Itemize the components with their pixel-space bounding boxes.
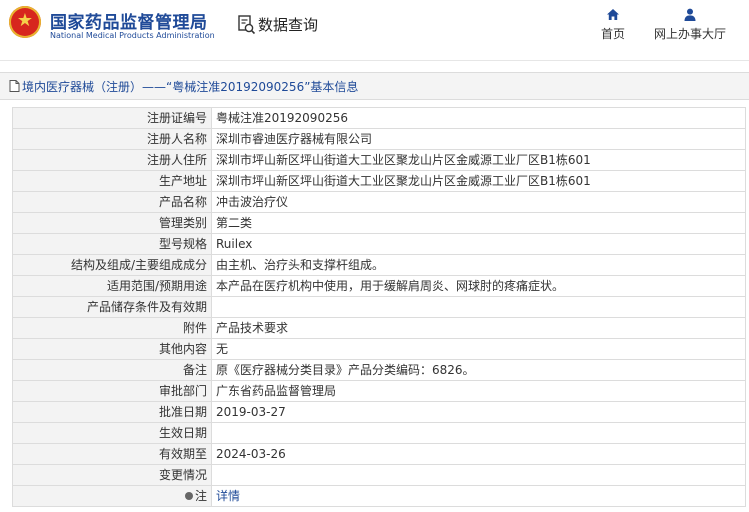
table-row: 产品储存条件及有效期 <box>12 296 746 318</box>
table-row: 结构及组成/主要组成成分 由主机、治疗头和支撑杆组成。 <box>12 254 746 276</box>
table-row: 批准日期 2019-03-27 <box>12 401 746 423</box>
note-label-cell: 注 <box>12 485 212 507</box>
table-row: 型号规格 Ruilex <box>12 233 746 255</box>
national-emblem-icon <box>9 6 41 38</box>
field-label: 有效期至 <box>12 443 212 465</box>
home-icon <box>607 9 619 20</box>
table-row: 注册人住所 深圳市坪山新区坪山街道大工业区聚龙山片区金威源工业厂区B1栋601 <box>12 149 746 171</box>
registration-info-table: 注册证编号 粤械注准20192090256 注册人名称 深圳市睿迪医疗器械有限公司 注册… <box>12 107 746 507</box>
details-link[interactable]: 详情 <box>216 489 240 503</box>
field-value <box>211 296 746 318</box>
site-logo-title[interactable]: 国家药品监督管理局 <box>50 8 208 33</box>
nav-online-service-hall[interactable]: 网上办事大厅 <box>648 8 732 42</box>
bullet-icon <box>184 492 193 500</box>
field-label: 生效日期 <box>12 422 212 444</box>
field-label: 审批部门 <box>12 380 212 402</box>
field-value: 粤械注准20192090256 <box>211 107 746 129</box>
field-label: 变更情况 <box>12 464 212 486</box>
document-icon <box>9 80 20 92</box>
field-value <box>211 422 746 444</box>
table-row: 附件 产品技术要求 <box>12 317 746 339</box>
field-label: 产品名称 <box>12 191 212 213</box>
field-value: 原《医疗器械分类目录》产品分类编码：6826。 <box>211 359 746 381</box>
note-value-cell: 详情 <box>211 485 746 507</box>
note-label: 注 <box>194 489 207 503</box>
field-value: 冲击波治疗仪 <box>211 191 746 213</box>
field-value: 产品技术要求 <box>211 317 746 339</box>
data-query-link[interactable]: 数据查询 <box>258 14 318 35</box>
table-row: 有效期至 2024-03-26 <box>12 443 746 465</box>
table-row: 注册人名称 深圳市睿迪医疗器械有限公司 <box>12 128 746 150</box>
table-row: 变更情况 <box>12 464 746 486</box>
field-label: 注册人住所 <box>12 149 212 171</box>
field-label: 适用范围/预期用途 <box>12 275 212 297</box>
field-value: 广东省药品监督管理局 <box>211 380 746 402</box>
table-row: 生产地址 深圳市坪山新区坪山街道大工业区聚龙山片区金威源工业厂区B1栋601 <box>12 170 746 192</box>
table-row: 备注 原《医疗器械分类目录》产品分类编码：6826。 <box>12 359 746 381</box>
field-label: 注册人名称 <box>12 128 212 150</box>
field-value: 第二类 <box>211 212 746 234</box>
field-value: 2024-03-26 <box>211 443 746 465</box>
nav-home[interactable]: 首页 <box>598 8 628 42</box>
site-header: 国家药品监督管理局 National Medical Products Admi… <box>0 0 749 61</box>
search-document-icon[interactable] <box>238 15 256 35</box>
nav-home-label: 首页 <box>600 27 625 41</box>
record-title: 境内医疗器械（注册）——“粤械注准20192090256”基本信息 <box>22 80 359 94</box>
table-row: 注册证编号 粤械注准20192090256 <box>12 107 746 129</box>
table-row: 管理类别 第二类 <box>12 212 746 234</box>
field-label: 批准日期 <box>12 401 212 423</box>
field-label: 注册证编号 <box>12 107 212 129</box>
site-logo-subtitle: National Medical Products Administration <box>50 31 215 40</box>
table-row-note: 注详情 <box>12 485 746 507</box>
field-label: 管理类别 <box>12 212 212 234</box>
record-title-bar: 境内医疗器械（注册）——“粤械注准20192090256”基本信息 <box>0 72 749 100</box>
field-value: 深圳市坪山新区坪山街道大工业区聚龙山片区金威源工业厂区B1栋601 <box>211 149 746 171</box>
field-label: 生产地址 <box>12 170 212 192</box>
nav-online-service-hall-label: 网上办事大厅 <box>653 27 726 41</box>
field-label: 附件 <box>12 317 212 339</box>
field-value: 无 <box>211 338 746 360</box>
field-label: 备注 <box>12 359 212 381</box>
field-value: Ruilex <box>211 233 746 255</box>
field-value: 深圳市睿迪医疗器械有限公司 <box>211 128 746 150</box>
field-label: 结构及组成/主要组成成分 <box>12 254 212 276</box>
table-row: 审批部门 广东省药品监督管理局 <box>12 380 746 402</box>
table-row: 其他内容无 <box>12 338 746 360</box>
user-icon <box>684 8 696 21</box>
field-value: 2019-03-27 <box>211 401 746 423</box>
field-label: 产品储存条件及有效期 <box>12 296 212 318</box>
field-value <box>211 464 746 486</box>
table-row: 产品名称 冲击波治疗仪 <box>12 191 746 213</box>
field-value: 由主机、治疗头和支撑杆组成。 <box>211 254 746 276</box>
table-row: 生效日期 <box>12 422 746 444</box>
field-value: 本产品在医疗机构中使用，用于缓解肩周炎、网球肘的疼痛症状。 <box>211 275 746 297</box>
table-row: 适用范围/预期用途 本产品在医疗机构中使用，用于缓解肩周炎、网球肘的疼痛症状。 <box>12 275 746 297</box>
field-label: 其他内容 <box>12 338 212 360</box>
field-value: 深圳市坪山新区坪山街道大工业区聚龙山片区金威源工业厂区B1栋601 <box>211 170 746 192</box>
field-label: 型号规格 <box>12 233 212 255</box>
